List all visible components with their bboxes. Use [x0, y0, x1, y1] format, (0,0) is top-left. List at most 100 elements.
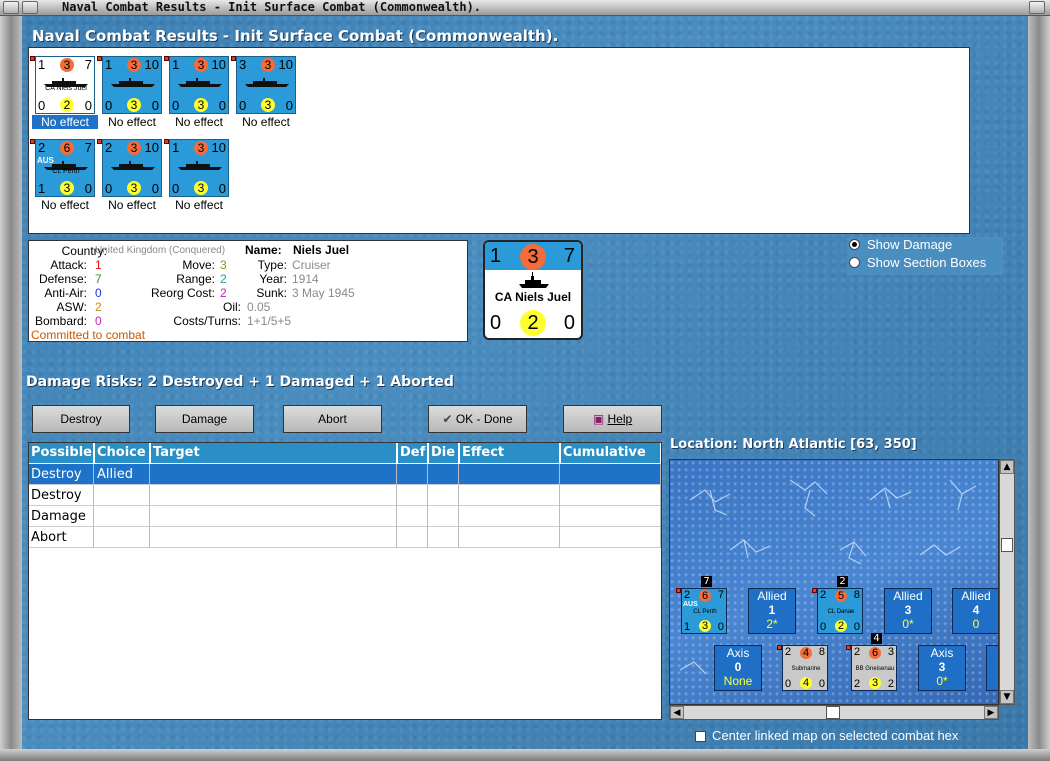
move-value: 3 [220, 258, 227, 272]
unit-defense: 8 [818, 646, 825, 658]
scroll-right-icon[interactable]: ▶ [984, 706, 998, 719]
section-count: 3 [938, 660, 946, 674]
unit-counter[interactable]: 1 3 7 CA Niels Juel 0 2 0 [35, 56, 95, 114]
unit-name: CL Perth [693, 609, 717, 615]
table-row[interactable]: Abort [29, 527, 661, 548]
unit-counter[interactable]: 1 3 10 0 3 0 [169, 139, 229, 197]
unit-aa: 0 [785, 678, 792, 690]
counter-move: 3 [127, 58, 141, 72]
map-unit-counter[interactable]: 2 6 7 CL Perth 1 3 0 AUS [681, 588, 727, 634]
table-cell [460, 527, 560, 548]
unit-counter[interactable]: 1 3 10 0 3 0 [102, 56, 162, 114]
counter-defense: 10 [144, 57, 159, 72]
ship-silhouette-icon [178, 78, 222, 87]
stack-count: 2 [837, 576, 848, 587]
big-counter-name: CA Niels Juel [494, 290, 572, 304]
section-side: Allied [893, 589, 923, 603]
counter-attack: 1 [172, 57, 180, 72]
unit-aa: 2 [854, 678, 861, 690]
table-row[interactable]: Damage [29, 506, 661, 527]
counter-defense: 10 [211, 140, 226, 155]
col-header-die[interactable]: Die [429, 443, 459, 463]
display-options: Show Damage Show Section Boxes [847, 237, 1003, 275]
table-cell: Destroy [29, 485, 94, 506]
destroy-button[interactable]: Destroy [32, 405, 130, 433]
section-status: 0* [902, 617, 914, 631]
counter-asw: 2 [60, 98, 74, 112]
show-section-boxes-radio[interactable] [849, 257, 860, 268]
col-header-possible[interactable]: Possible [29, 443, 94, 463]
committed-marker-icon [846, 645, 851, 650]
counter-bombard: 0 [218, 181, 226, 196]
map-vertical-scrollbar[interactable]: ▲ ▼ [999, 459, 1015, 705]
unit-counter[interactable]: 1 3 10 0 3 0 [169, 56, 229, 114]
table-cell [398, 464, 428, 485]
help-button[interactable]: ▣ Help [563, 405, 662, 433]
allied-section-box[interactable]: Allied 3 0* [884, 588, 932, 634]
ship-silhouette-icon [111, 161, 155, 170]
table-cell [398, 527, 428, 548]
map-unit-counter[interactable]: 2 6 3 BB Gneisenau 2 3 2 [851, 645, 897, 691]
table-cell [398, 485, 428, 506]
scroll-up-icon[interactable]: ▲ [1000, 460, 1014, 474]
axis-section-box[interactable]: Axis 3 0* [918, 645, 966, 691]
abort-button[interactable]: Abort [283, 405, 382, 433]
unit-counter[interactable]: 3 3 10 0 3 0 [236, 56, 296, 114]
map-unit-counter[interactable]: 2 4 8 Submarine 0 4 0 [782, 645, 828, 691]
table-cell [460, 464, 560, 485]
ok-done-button[interactable]: ✔ OK - Done [428, 405, 527, 433]
show-section-boxes-label[interactable]: Show Section Boxes [867, 255, 986, 270]
section-side: Axis [726, 646, 750, 660]
counter-bombard: 0 [151, 181, 159, 196]
col-header-effect[interactable]: Effect [460, 443, 560, 463]
map-vscroll-thumb[interactable] [1001, 538, 1013, 552]
unit-move: 5 [835, 590, 847, 602]
show-damage-label[interactable]: Show Damage [867, 237, 952, 252]
unit-counter[interactable]: 2 3 10 0 3 0 [102, 139, 162, 197]
map-hscroll-thumb[interactable] [826, 706, 840, 719]
center-map-label[interactable]: Center linked map on selected combat hex [712, 728, 958, 743]
country-value: United Kingdom (Conquered) [95, 245, 226, 256]
damage-button[interactable]: Damage [155, 405, 254, 433]
scroll-down-icon[interactable]: ▼ [1000, 690, 1014, 704]
table-cell [561, 527, 661, 548]
unit-bombard: 0 [717, 621, 724, 633]
map-horizontal-scrollbar[interactable]: ◀ ▶ [669, 705, 999, 720]
table-cell [95, 527, 150, 548]
location-map[interactable]: Allied 1 2* Allied 3 0* Allied 4 0 Axis 0 None Axis 3… [669, 459, 999, 705]
committed-marker-icon [231, 56, 236, 61]
axis-section-box[interactable]: Axis 0 None [714, 645, 762, 691]
antiair-label: Anti-Air: [44, 286, 87, 300]
allied-section-box[interactable]: Allied 4 0 [952, 588, 998, 634]
axis-section-box-partial[interactable] [986, 645, 998, 691]
counter-name: CL Perth [52, 168, 80, 175]
unit-name: BB Gneisenau [855, 666, 895, 672]
window-menu-icon[interactable] [3, 1, 19, 14]
allied-section-box[interactable]: Allied 1 2* [748, 588, 796, 634]
window-sys-icon[interactable] [22, 1, 38, 14]
counter-result: No effect [41, 198, 89, 212]
counter-attack: 1 [38, 57, 46, 72]
col-header-def[interactable]: Def [398, 443, 428, 463]
map-unit-counter[interactable]: 2 5 8 CL Danae 0 2 0 [817, 588, 863, 634]
table-cell [429, 506, 459, 527]
unit-counter[interactable]: 2 6 7 AUS CL Perth 1 3 0 [35, 139, 95, 197]
table-cell [151, 485, 397, 506]
scroll-left-icon[interactable]: ◀ [670, 706, 684, 719]
table-row[interactable]: Destroy [29, 485, 661, 506]
center-map-checkbox[interactable] [695, 731, 706, 742]
col-header-cumulative[interactable]: Cumulative [561, 443, 661, 463]
ship-silhouette-icon [519, 272, 549, 288]
defense-value: 7 [95, 272, 102, 286]
unit-defense: 3 [887, 646, 894, 658]
col-header-choice[interactable]: Choice [95, 443, 150, 463]
sunk-label: Sunk: [256, 286, 287, 300]
counter-bombard: 0 [285, 98, 293, 113]
show-damage-radio[interactable] [849, 239, 860, 250]
col-header-target[interactable]: Target [151, 443, 397, 463]
counter-attack: 1 [105, 57, 113, 72]
close-icon[interactable] [1029, 1, 1045, 14]
table-row[interactable]: Destroy Allied [29, 464, 661, 485]
table-cell [561, 506, 661, 527]
frame-bottom [0, 749, 1050, 761]
